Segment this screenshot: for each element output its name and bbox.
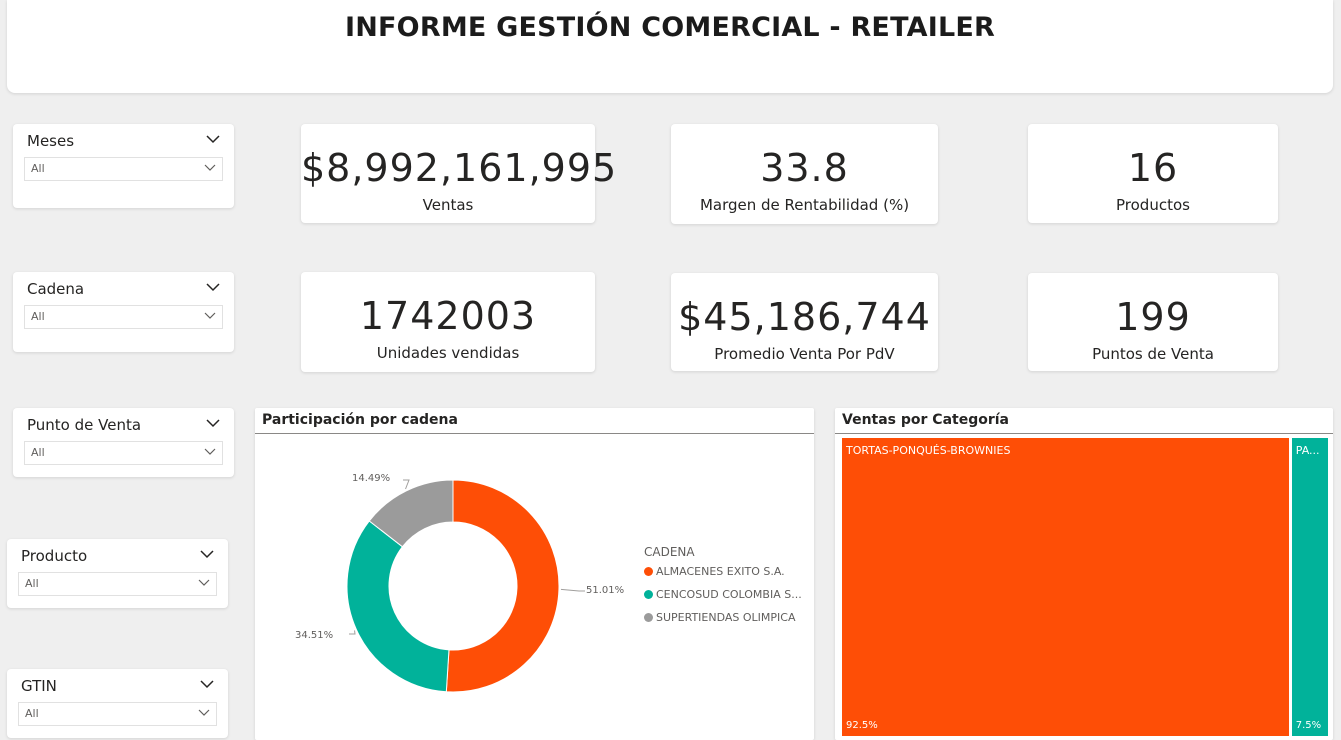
kpi-value: 16 <box>1127 146 1179 190</box>
legend-label: ALMACENES EXITO S.A. <box>656 565 785 578</box>
kpi-card-ventas: $8,992,161,995 Ventas <box>301 124 618 223</box>
chevron-down-icon[interactable] <box>206 282 220 292</box>
kpi-label: Productos <box>1116 196 1190 214</box>
leader-line <box>349 630 356 635</box>
visual-title: Ventas por Categoría <box>842 412 1009 428</box>
donut-chart-card[interactable]: Participación por cadena CADENA ALMACENE… <box>255 408 814 740</box>
chevron-down-icon[interactable] <box>200 549 214 559</box>
kpi-value: $8,992,161,995 <box>301 146 618 190</box>
kpi-label: Margen de Rentabilidad (%) <box>699 196 910 214</box>
leader-line <box>403 479 410 490</box>
kpi-card-productos: 16 Productos <box>1028 124 1278 223</box>
slicer-title: Punto de Venta <box>27 416 142 434</box>
legend-title: CADENA <box>644 545 695 559</box>
donut-slice[interactable] <box>445 479 560 693</box>
treemap-area: TORTAS-PONQUÉS-BROWNIES 92.5% PA... 7.5% <box>842 438 1328 736</box>
slicer-title: Meses <box>27 132 75 150</box>
chevron-down-icon[interactable] <box>200 679 214 689</box>
legend-item[interactable]: CENCOSUD COLOMBIA S... <box>644 588 802 601</box>
slicer-value: All <box>31 162 45 175</box>
slicer-cadena[interactable]: Cadena All <box>13 272 234 352</box>
legend-item[interactable]: ALMACENES EXITO S.A. <box>644 565 785 578</box>
chevron-down-icon <box>198 709 210 716</box>
slicer-title: Cadena <box>27 280 85 298</box>
treemap-cell-value: 7.5% <box>1295 720 1322 731</box>
report-title-card: INFORME GESTIÓN COMERCIAL - RETAILER <box>7 0 1333 93</box>
slicer-dropdown[interactable]: All <box>24 441 223 465</box>
kpi-label: Ventas <box>422 196 474 214</box>
slicer-gtin[interactable]: GTIN All <box>7 669 228 738</box>
slicer-dropdown[interactable]: All <box>24 157 223 181</box>
slicer-title: Producto <box>21 547 88 565</box>
slicer-value: All <box>25 577 39 590</box>
kpi-card-puntos: 199 Puntos de Venta <box>1028 273 1278 371</box>
legend-dot-icon <box>644 567 653 576</box>
treemap-cell[interactable]: TORTAS-PONQUÉS-BROWNIES 92.5% <box>842 438 1289 736</box>
slicer-value: All <box>31 446 45 459</box>
title-divider <box>835 433 1333 434</box>
slicer-dropdown[interactable]: All <box>18 572 217 596</box>
slicer-dropdown[interactable]: All <box>18 702 217 726</box>
kpi-card-promedio: $45,186,744 Promedio Venta Por PdV <box>671 273 938 371</box>
slicer-punto-de-venta[interactable]: Punto de Venta All <box>13 408 234 477</box>
legend-dot-icon <box>644 590 653 599</box>
slicer-meses[interactable]: Meses All <box>13 124 234 208</box>
kpi-value: 33.8 <box>760 146 849 190</box>
slicer-value: All <box>31 310 45 323</box>
treemap-cell-value: 92.5% <box>846 720 878 731</box>
legend-label: CENCOSUD COLOMBIA S... <box>656 588 802 601</box>
kpi-value: $45,186,744 <box>678 295 931 339</box>
chevron-down-icon[interactable] <box>206 418 220 428</box>
slicer-value: All <box>25 707 39 720</box>
treemap-cell-label: PA... <box>1295 444 1320 457</box>
data-label: 14.49% <box>352 473 391 484</box>
data-label: 34.51% <box>295 630 334 641</box>
kpi-card-margen: 33.8 Margen de Rentabilidad (%) <box>671 124 938 224</box>
kpi-value: 199 <box>1115 295 1191 339</box>
chevron-down-icon <box>204 164 216 171</box>
treemap-cell[interactable]: PA... 7.5% <box>1291 438 1328 736</box>
legend-label: SUPERTIENDAS OLIMPICA <box>656 611 796 624</box>
chevron-down-icon <box>198 579 210 586</box>
leader-line <box>560 588 585 592</box>
kpi-label: Puntos de Venta <box>1092 345 1214 363</box>
data-label: 51.01% <box>586 585 625 596</box>
report-title: INFORME GESTIÓN COMERCIAL - RETAILER <box>345 12 995 43</box>
treemap-cell-label: TORTAS-PONQUÉS-BROWNIES <box>846 444 1011 457</box>
legend-item[interactable]: SUPERTIENDAS OLIMPICA <box>644 611 796 624</box>
chevron-down-icon <box>204 448 216 455</box>
slicer-producto[interactable]: Producto All <box>7 539 228 608</box>
slicer-dropdown[interactable]: All <box>24 305 223 329</box>
kpi-label: Unidades vendidas <box>376 344 520 362</box>
kpi-card-unidades: 1742003 Unidades vendidas <box>301 272 595 372</box>
kpi-value: 1742003 <box>359 294 537 338</box>
chevron-down-icon <box>204 312 216 319</box>
donut-slice[interactable] <box>346 520 450 693</box>
slicer-title: GTIN <box>21 677 57 695</box>
treemap-card[interactable]: Ventas por Categoría TORTAS-PONQUÉS-BROW… <box>835 408 1333 740</box>
kpi-label: Promedio Venta Por PdV <box>714 345 895 363</box>
chevron-down-icon[interactable] <box>206 134 220 144</box>
legend-dot-icon <box>644 613 653 622</box>
